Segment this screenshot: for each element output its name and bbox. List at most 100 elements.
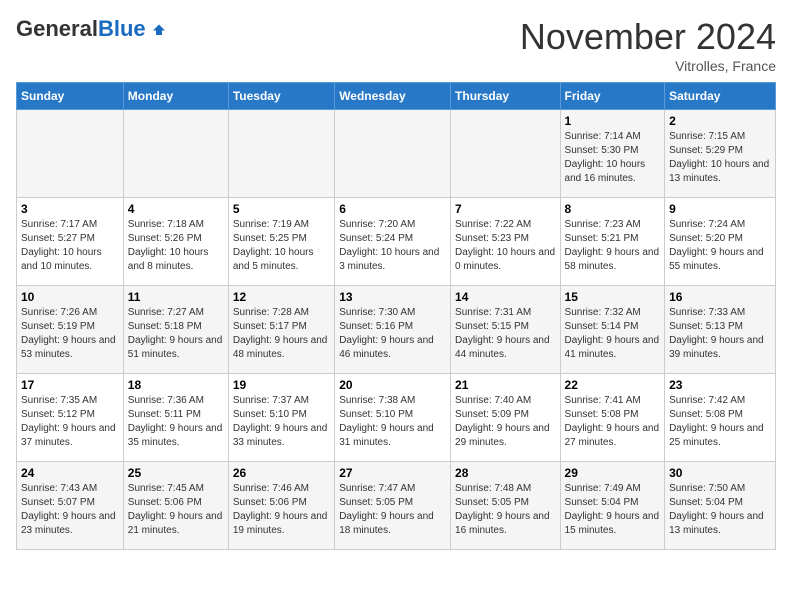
day-number: 2 — [669, 114, 771, 128]
day-info: Sunrise: 7:23 AM Sunset: 5:21 PM Dayligh… — [565, 218, 661, 274]
calendar-cell: 5 Sunrise: 7:19 AM Sunset: 5:25 PM Daylig… — [228, 198, 334, 286]
day-info: Sunrise: 7:20 AM Sunset: 5:24 PM Dayligh… — [339, 218, 446, 274]
day-info: Sunrise: 7:17 AM Sunset: 5:27 PM Dayligh… — [21, 218, 119, 274]
day-number: 4 — [128, 202, 224, 216]
day-number: 27 — [339, 466, 446, 480]
day-number: 21 — [455, 378, 556, 392]
calendar-cell: 14 Sunrise: 7:31 AM Sunset: 5:15 PM Dayli… — [451, 286, 561, 374]
day-header: Sunday — [17, 83, 124, 110]
day-number: 17 — [21, 378, 119, 392]
day-header: Wednesday — [335, 83, 451, 110]
logo: GeneralBlue — [16, 16, 168, 42]
calendar-cell — [451, 110, 561, 198]
calendar-cell: 3Sunrise: 7:17 AM Sunset: 5:27 PM Daylig… — [17, 198, 124, 286]
calendar-cell — [123, 110, 228, 198]
day-number: 15 — [565, 290, 661, 304]
day-info: Sunrise: 7:26 AM Sunset: 5:19 PM Dayligh… — [21, 306, 119, 362]
day-info: Sunrise: 7:47 AM Sunset: 5:05 PM Dayligh… — [339, 482, 446, 538]
day-number: 16 — [669, 290, 771, 304]
calendar-cell: 29Sunrise: 7:49 AM Sunset: 5:04 PM Dayli… — [560, 462, 665, 550]
day-info: Sunrise: 7:50 AM Sunset: 5:04 PM Dayligh… — [669, 482, 771, 538]
page-header: GeneralBlue November 2024 Vitrolles, Fra… — [16, 16, 776, 74]
day-number: 12 — [233, 290, 330, 304]
logo-icon — [150, 20, 168, 38]
day-number: 8 — [565, 202, 661, 216]
day-number: 11 — [128, 290, 224, 304]
day-info: Sunrise: 7:32 AM Sunset: 5:14 PM Dayligh… — [565, 306, 661, 362]
calendar-cell: 17Sunrise: 7:35 AM Sunset: 5:12 PM Dayli… — [17, 374, 124, 462]
day-header: Thursday — [451, 83, 561, 110]
calendar-cell: 24 Sunrise: 7:43 AM Sunset: 5:07 PM Dayli… — [17, 462, 124, 550]
calendar-week-row: 24 Sunrise: 7:43 AM Sunset: 5:07 PM Dayli… — [17, 462, 776, 550]
day-header: Friday — [560, 83, 665, 110]
calendar-cell: 18 Sunrise: 7:36 AM Sunset: 5:11 PM Dayli… — [123, 374, 228, 462]
calendar-cell — [335, 110, 451, 198]
calendar-cell: 7 Sunrise: 7:22 AM Sunset: 5:23 PM Daylig… — [451, 198, 561, 286]
day-header: Monday — [123, 83, 228, 110]
day-info: Sunrise: 7:27 AM Sunset: 5:18 PM Dayligh… — [128, 306, 224, 362]
calendar-header-row: SundayMondayTuesdayWednesdayThursdayFrid… — [17, 83, 776, 110]
day-info: Sunrise: 7:41 AM Sunset: 5:08 PM Dayligh… — [565, 394, 661, 450]
calendar-cell: 20 Sunrise: 7:38 AM Sunset: 5:10 PM Dayli… — [335, 374, 451, 462]
day-info: Sunrise: 7:43 AM Sunset: 5:07 PM Dayligh… — [21, 482, 119, 538]
location: Vitrolles, France — [520, 58, 776, 74]
day-number: 5 — [233, 202, 330, 216]
calendar-cell — [228, 110, 334, 198]
calendar-week-row: 3Sunrise: 7:17 AM Sunset: 5:27 PM Daylig… — [17, 198, 776, 286]
calendar-cell — [17, 110, 124, 198]
day-info: Sunrise: 7:49 AM Sunset: 5:04 PM Dayligh… — [565, 482, 661, 538]
calendar-cell: 30 Sunrise: 7:50 AM Sunset: 5:04 PM Dayli… — [665, 462, 776, 550]
day-info: Sunrise: 7:48 AM Sunset: 5:05 PM Dayligh… — [455, 482, 556, 538]
day-number: 9 — [669, 202, 771, 216]
day-number: 14 — [455, 290, 556, 304]
calendar-cell: 21 Sunrise: 7:40 AM Sunset: 5:09 PM Dayli… — [451, 374, 561, 462]
day-number: 25 — [128, 466, 224, 480]
day-number: 20 — [339, 378, 446, 392]
month-title: November 2024 — [520, 16, 776, 58]
day-header: Saturday — [665, 83, 776, 110]
day-number: 23 — [669, 378, 771, 392]
day-number: 19 — [233, 378, 330, 392]
day-number: 22 — [565, 378, 661, 392]
day-info: Sunrise: 7:45 AM Sunset: 5:06 PM Dayligh… — [128, 482, 224, 538]
day-info: Sunrise: 7:24 AM Sunset: 5:20 PM Dayligh… — [669, 218, 771, 274]
calendar-cell: 16 Sunrise: 7:33 AM Sunset: 5:13 PM Dayli… — [665, 286, 776, 374]
day-info: Sunrise: 7:46 AM Sunset: 5:06 PM Dayligh… — [233, 482, 330, 538]
calendar-cell: 28 Sunrise: 7:48 AM Sunset: 5:05 PM Dayli… — [451, 462, 561, 550]
calendar-week-row: 10 Sunrise: 7:26 AM Sunset: 5:19 PM Dayli… — [17, 286, 776, 374]
day-number: 10 — [21, 290, 119, 304]
calendar-cell: 8 Sunrise: 7:23 AM Sunset: 5:21 PM Daylig… — [560, 198, 665, 286]
day-number: 28 — [455, 466, 556, 480]
title-block: November 2024 Vitrolles, France — [520, 16, 776, 74]
day-info: Sunrise: 7:33 AM Sunset: 5:13 PM Dayligh… — [669, 306, 771, 362]
day-info: Sunrise: 7:28 AM Sunset: 5:17 PM Dayligh… — [233, 306, 330, 362]
day-number: 18 — [128, 378, 224, 392]
calendar-cell: 4 Sunrise: 7:18 AM Sunset: 5:26 PM Daylig… — [123, 198, 228, 286]
day-info: Sunrise: 7:15 AM Sunset: 5:29 PM Dayligh… — [669, 130, 771, 186]
calendar-week-row: 1 Sunrise: 7:14 AM Sunset: 5:30 PM Daylig… — [17, 110, 776, 198]
calendar-week-row: 17Sunrise: 7:35 AM Sunset: 5:12 PM Dayli… — [17, 374, 776, 462]
day-number: 30 — [669, 466, 771, 480]
day-number: 24 — [21, 466, 119, 480]
day-info: Sunrise: 7:22 AM Sunset: 5:23 PM Dayligh… — [455, 218, 556, 274]
calendar-cell: 27 Sunrise: 7:47 AM Sunset: 5:05 PM Dayli… — [335, 462, 451, 550]
day-info: Sunrise: 7:36 AM Sunset: 5:11 PM Dayligh… — [128, 394, 224, 450]
calendar-table: SundayMondayTuesdayWednesdayThursdayFrid… — [16, 82, 776, 550]
day-number: 7 — [455, 202, 556, 216]
day-info: Sunrise: 7:19 AM Sunset: 5:25 PM Dayligh… — [233, 218, 330, 274]
calendar-cell: 2 Sunrise: 7:15 AM Sunset: 5:29 PM Daylig… — [665, 110, 776, 198]
calendar-cell: 13Sunrise: 7:30 AM Sunset: 5:16 PM Dayli… — [335, 286, 451, 374]
calendar-cell: 12 Sunrise: 7:28 AM Sunset: 5:17 PM Dayli… — [228, 286, 334, 374]
calendar-cell: 26Sunrise: 7:46 AM Sunset: 5:06 PM Dayli… — [228, 462, 334, 550]
day-info: Sunrise: 7:30 AM Sunset: 5:16 PM Dayligh… — [339, 306, 446, 362]
day-number: 1 — [565, 114, 661, 128]
day-info: Sunrise: 7:40 AM Sunset: 5:09 PM Dayligh… — [455, 394, 556, 450]
calendar-cell: 1 Sunrise: 7:14 AM Sunset: 5:30 PM Daylig… — [560, 110, 665, 198]
day-info: Sunrise: 7:38 AM Sunset: 5:10 PM Dayligh… — [339, 394, 446, 450]
calendar-cell: 11 Sunrise: 7:27 AM Sunset: 5:18 PM Dayli… — [123, 286, 228, 374]
day-info: Sunrise: 7:14 AM Sunset: 5:30 PM Dayligh… — [565, 130, 661, 186]
day-number: 6 — [339, 202, 446, 216]
day-info: Sunrise: 7:18 AM Sunset: 5:26 PM Dayligh… — [128, 218, 224, 274]
calendar-cell: 6 Sunrise: 7:20 AM Sunset: 5:24 PM Daylig… — [335, 198, 451, 286]
day-info: Sunrise: 7:31 AM Sunset: 5:15 PM Dayligh… — [455, 306, 556, 362]
